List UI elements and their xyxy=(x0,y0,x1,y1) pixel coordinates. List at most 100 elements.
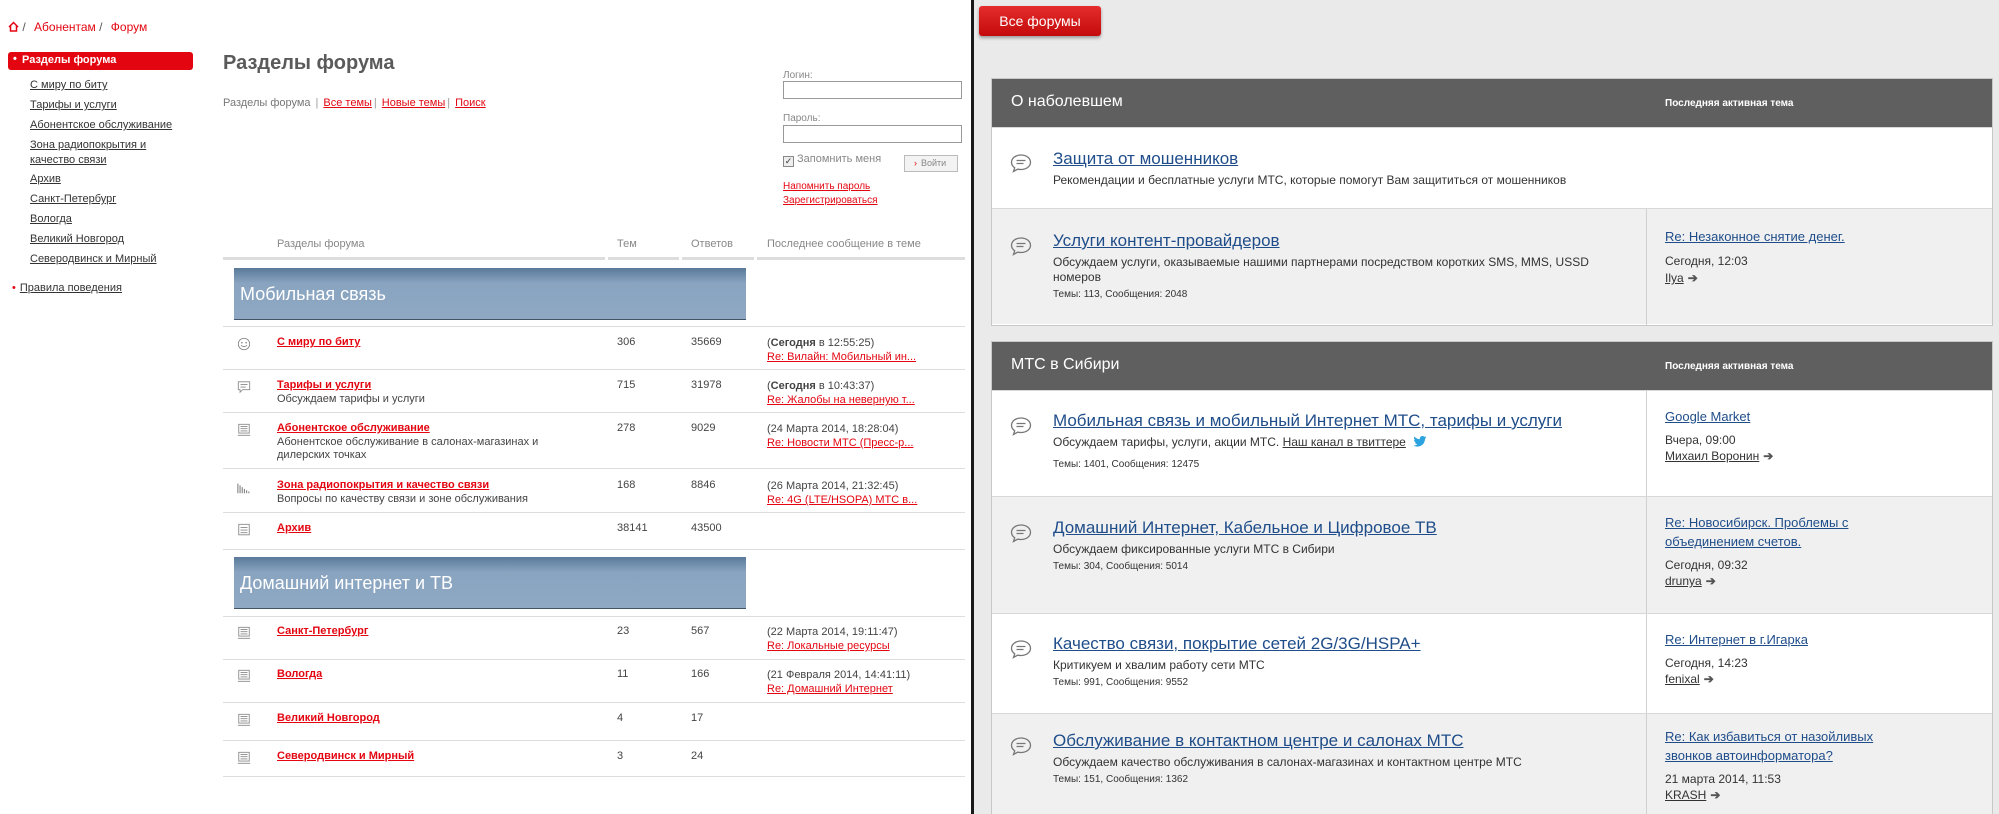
last-topic-link-cont[interactable]: объединением счетов. xyxy=(1665,533,1801,551)
topics-count: 278 xyxy=(617,422,636,434)
rules-link[interactable]: Правила поведения xyxy=(12,282,122,294)
sidebar-item[interactable]: Санкт-Петербург xyxy=(30,192,116,207)
forum-title-link[interactable]: Защита от мошенников xyxy=(1053,149,1238,169)
sidebar-item-active[interactable]: Разделы форума xyxy=(8,52,193,70)
forum-link[interactable]: Санкт-Петербург xyxy=(277,625,368,637)
remember-label: Запомнить меня xyxy=(797,153,882,165)
forum-link[interactable]: Северодвинск и Мирный xyxy=(277,750,414,762)
forum-description: Обсуждаем услуги, оказываемые нашими пар… xyxy=(1053,255,1589,269)
sidebar-item[interactable]: Великий Новгород xyxy=(30,232,124,247)
forum-row[interactable]: Домашний Интернет, Кабельное и Цифровое … xyxy=(992,496,1992,614)
sidebar-item[interactable]: Вологда xyxy=(30,212,72,227)
arrow-right-icon[interactable]: ➔ xyxy=(1688,271,1698,285)
forum-link[interactable]: Тарифы и услуги xyxy=(277,379,371,391)
forum-link[interactable]: Архив xyxy=(277,522,311,534)
col-header-topics: Тем xyxy=(617,238,637,250)
forum-title-link[interactable]: Обслуживание в контактном центре и салон… xyxy=(1053,731,1463,751)
twitter-bird-icon[interactable] xyxy=(1413,436,1427,447)
last-topic-link[interactable]: Re: Интернет в г.Игарка xyxy=(1665,631,1808,649)
nav-search[interactable]: Поиск xyxy=(455,97,485,109)
row-divider xyxy=(223,549,965,550)
last-topic-user[interactable]: drunya xyxy=(1665,574,1702,588)
row-divider xyxy=(223,468,965,469)
forum-stats: Темы: 991, Сообщения: 9552 xyxy=(1053,677,1189,688)
replies-count: 9029 xyxy=(691,422,716,434)
row-divider xyxy=(223,776,965,777)
row-divider xyxy=(223,512,965,513)
remember-me[interactable]: ✓ Запомнить меня xyxy=(783,153,881,167)
forum-title-link[interactable]: Услуги контент-провайдеров xyxy=(1053,231,1280,251)
forum-stats: Темы: 151, Сообщения: 1362 xyxy=(1053,774,1189,785)
forum-link[interactable]: Зона радиопокрытия и качество связи xyxy=(277,479,489,491)
last-post-link[interactable]: Re: Локальные ресурсы xyxy=(767,640,890,652)
last-post-link[interactable]: Re: Новости МТС (Пресс-р... xyxy=(767,437,913,449)
forum-link[interactable]: Абонентское обслуживание xyxy=(277,422,430,434)
last-topic-link[interactable]: Re: Незаконное снятие денег. xyxy=(1665,228,1845,246)
twitter-channel-link[interactable]: Наш канал в твиттере xyxy=(1283,435,1406,449)
last-post-link[interactable]: Re: 4G (LTE/HSOPA) МТС в... xyxy=(767,494,917,506)
forum-row[interactable]: Мобильная связь и мобильный Интернет МТС… xyxy=(992,390,1992,497)
chat-bubble-icon xyxy=(1010,640,1032,659)
column-divider xyxy=(1646,209,1647,325)
arrow-right-icon[interactable]: ➔ xyxy=(1763,449,1773,463)
sidebar-item[interactable]: Тарифы и услуги xyxy=(30,98,117,113)
chat-bubble-icon xyxy=(1010,524,1032,543)
all-forums-button[interactable]: Все форумы xyxy=(979,6,1101,36)
forum-link[interactable]: Вологда xyxy=(277,668,322,680)
row-divider xyxy=(223,412,965,413)
last-post-link[interactable]: Re: Вилайн: Мобильный ин... xyxy=(767,351,916,363)
last-topic-link-cont[interactable]: звонков автоинформатора? xyxy=(1665,747,1833,765)
sidebar-item[interactable]: Абонентское обслуживание xyxy=(30,118,172,133)
last-topic-user[interactable]: fenixal xyxy=(1665,672,1700,686)
arrow-right-icon[interactable]: ➔ xyxy=(1710,788,1720,802)
last-topic-user[interactable]: KRASH xyxy=(1665,788,1706,802)
sidebar-item[interactable]: качество связи xyxy=(30,153,107,168)
sidebar-item[interactable]: Зона радиопокрытия и xyxy=(30,138,146,153)
arrow-right-icon[interactable]: ➔ xyxy=(1706,574,1716,588)
nav-new-topics[interactable]: Новые темы xyxy=(382,97,446,109)
last-topic-link[interactable]: Re: Новосибирск. Проблемы с xyxy=(1665,514,1848,532)
replies-count: 166 xyxy=(691,668,710,680)
topics-count: 4 xyxy=(617,712,624,724)
arrow-right-icon[interactable]: ➔ xyxy=(1704,672,1714,686)
forum-title-link[interactable]: Мобильная связь и мобильный Интернет МТС… xyxy=(1053,411,1562,431)
forum-link[interactable]: С миру по биту xyxy=(277,336,360,348)
last-post-link[interactable]: Re: Жалобы на неверную т... xyxy=(767,394,915,406)
forum-row[interactable]: Качество связи, покрытие сетей 2G/3G/HSP… xyxy=(992,613,1992,714)
sidebar-item[interactable]: Архив xyxy=(30,172,61,187)
forum-description-cont: номеров xyxy=(1053,270,1101,284)
breadcrumb-link[interactable]: Абонентам xyxy=(34,20,96,34)
login-input[interactable] xyxy=(783,81,962,99)
monitor-icon xyxy=(237,713,251,726)
sidebar-item[interactable]: С миру по биту xyxy=(30,78,108,93)
home-icon[interactable] xyxy=(8,21,19,32)
last-topic-header: Последняя активная тема xyxy=(1665,361,1794,372)
last-post-link[interactable]: Re: Домашний Интернет xyxy=(767,683,893,695)
forum-row[interactable]: Защита от мошенников Рекомендации и бесп… xyxy=(992,127,1992,208)
last-topic-link[interactable]: Re: Как избавиться от назойливых xyxy=(1665,728,1873,746)
register-link[interactable]: Зарегистрироваться xyxy=(783,195,878,206)
forum-description: Обсуждаем тарифы, услуги, акции МТС. Наш… xyxy=(1053,435,1427,450)
forum-row[interactable]: Обслуживание в контактном центре и салон… xyxy=(992,713,1992,814)
password-input[interactable] xyxy=(783,125,962,143)
login-button[interactable]: Войти xyxy=(904,155,958,172)
forum-title-link[interactable]: Домашний Интернет, Кабельное и Цифровое … xyxy=(1053,518,1437,538)
last-topic-link[interactable]: Google Market xyxy=(1665,408,1750,426)
forum-title-link[interactable]: Качество связи, покрытие сетей 2G/3G/HSP… xyxy=(1053,634,1421,654)
row-divider xyxy=(223,369,965,370)
nav-all-topics[interactable]: Все темы xyxy=(323,97,372,109)
group-title: О наболевшем xyxy=(1011,93,1123,110)
nav-current: Разделы форума xyxy=(223,97,311,109)
last-topic-user[interactable]: Михаил Воронин xyxy=(1665,449,1759,463)
forum-link[interactable]: Великий Новгород xyxy=(277,712,380,724)
divider xyxy=(682,257,754,260)
last-topic-user[interactable]: Ilya xyxy=(1665,271,1684,285)
forum-description: Рекомендации и бесплатные услуги МТС, ко… xyxy=(1053,173,1567,187)
remember-checkbox[interactable]: ✓ xyxy=(783,156,794,167)
divider xyxy=(223,257,605,260)
forum-row[interactable]: Услуги контент-провайдеров Обсуждаем усл… xyxy=(992,208,1992,325)
sidebar-item[interactable]: Северодвинск и Мирный xyxy=(30,252,157,267)
remind-password-link[interactable]: Напомнить пароль xyxy=(783,181,870,192)
replies-count: 35669 xyxy=(691,336,722,348)
breadcrumb-link[interactable]: Форум xyxy=(111,20,147,34)
